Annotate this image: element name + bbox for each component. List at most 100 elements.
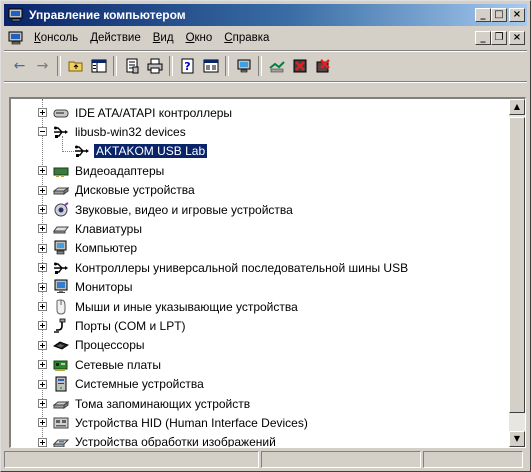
tree-connector-line <box>62 150 74 152</box>
mdi-minimize-button[interactable]: _ <box>475 31 491 45</box>
uninstall-device-icon <box>315 58 331 74</box>
vertical-scrollbar[interactable]: ▲ ▼ <box>509 99 525 447</box>
computer-management-icon <box>8 8 24 22</box>
menu-console[interactable]: Консоль <box>28 32 84 44</box>
device-tree[interactable]: IDE ATA/ATAPI контроллеры libusb-win32 de… <box>11 99 509 447</box>
mdi-close-button[interactable]: × <box>509 31 525 45</box>
maximize-icon: □ <box>494 9 504 20</box>
title-bar[interactable]: Управление компьютером _ □ × <box>4 4 527 26</box>
tree-item-label: AKTAKOM USB Lab <box>92 143 209 160</box>
forward-button[interactable]: → <box>31 55 54 77</box>
menu-bar: Консоль Действие Вид Окно Справка _ ❐ × <box>4 28 527 48</box>
minimize-icon: _ <box>480 32 486 43</box>
tree-item[interactable]: Дисковые устройства <box>38 181 197 200</box>
menu-window[interactable]: Окно <box>180 32 219 44</box>
tree-item[interactable]: Сетевые платы <box>38 355 163 374</box>
expand-node-button[interactable] <box>38 321 47 331</box>
expand-node-button[interactable] <box>38 108 47 117</box>
mmc-document-icon[interactable] <box>8 30 24 46</box>
disable-device-icon <box>292 58 308 74</box>
menu-view[interactable]: Вид <box>147 32 180 44</box>
properties-icon <box>124 58 140 74</box>
status-pane-right <box>423 451 523 468</box>
expand-node-button[interactable] <box>38 379 47 389</box>
back-arrow-icon: ← <box>13 58 26 74</box>
tree-item[interactable]: Тома запоминающих устройств <box>38 394 252 413</box>
expand-node-button[interactable] <box>38 399 47 408</box>
computer-management-window: Управление компьютером _ □ × Консоль Дей… <box>0 0 531 472</box>
close-button[interactable]: × <box>509 8 525 22</box>
tree-item-label: Сетевые платы <box>75 357 162 372</box>
menu-action[interactable]: Действие <box>84 32 147 44</box>
disable-device-button[interactable] <box>288 55 311 77</box>
uninstall-device-button[interactable] <box>311 55 334 77</box>
expand-node-button[interactable] <box>38 185 47 195</box>
ide-controller-icon <box>53 105 69 121</box>
scroll-up-button[interactable]: ▲ <box>509 99 525 115</box>
disk-drive-icon <box>52 182 70 198</box>
back-button[interactable]: ← <box>8 55 31 77</box>
tree-item-label: Компьютер <box>75 241 138 256</box>
mdi-caption-buttons: _ ❐ × <box>475 31 525 45</box>
tree-item[interactable]: Процессоры <box>38 336 147 355</box>
tree-item[interactable]: Мониторы <box>38 278 134 297</box>
toolbar: ← → ? <box>4 53 527 79</box>
tree-item[interactable]: Компьютер <box>38 239 139 258</box>
tree-item[interactable]: Видеоадаптеры <box>38 161 166 180</box>
update-driver-button[interactable] <box>265 55 288 77</box>
expand-node-button[interactable] <box>38 263 47 273</box>
scan-hardware-button[interactable] <box>232 55 255 77</box>
tree-connector-line <box>62 136 63 152</box>
show-hide-tree-icon <box>91 58 107 74</box>
device-tree-panel[interactable]: IDE ATA/ATAPI контроллеры libusb-win32 de… <box>9 97 526 448</box>
tree-item[interactable]: Клавиатуры <box>38 219 144 238</box>
console-view-button[interactable] <box>199 55 222 77</box>
expand-node-button[interactable] <box>38 282 47 292</box>
expand-node-button[interactable] <box>38 418 47 428</box>
mdi-restore-button[interactable]: ❐ <box>491 31 507 45</box>
tree-item[interactable]: IDE ATA/ATAPI контроллеры <box>38 103 234 122</box>
scrollbar-thumb[interactable] <box>509 117 525 413</box>
tree-item[interactable]: Устройства обработки изображений <box>38 433 278 447</box>
expand-node-button[interactable] <box>38 340 47 350</box>
usb-icon <box>74 143 90 159</box>
expand-node-button[interactable] <box>38 205 47 214</box>
tree-item[interactable]: Мыши и иные указывающие устройства <box>38 297 300 316</box>
minimize-button[interactable]: _ <box>475 8 491 22</box>
tree-item-label: Тома запоминающих устройств <box>75 396 251 411</box>
processor-icon <box>52 337 70 353</box>
tree-item[interactable]: Устройства HID (Human Interface Devices) <box>38 413 310 432</box>
tree-item[interactable]: AKTAKOM USB Lab <box>74 142 209 161</box>
tree-item[interactable]: Звуковые, видео и игровые устройства <box>38 200 295 219</box>
maximize-button[interactable]: □ <box>491 8 507 22</box>
tree-item-label: Звуковые, видео и игровые устройства <box>75 202 293 217</box>
show-hide-tree-button[interactable] <box>87 55 110 77</box>
tree-item-label: Порты (COM и LPT) <box>75 318 186 333</box>
tree-item[interactable]: Контроллеры универсальной последовательн… <box>38 258 410 277</box>
tree-item[interactable]: Порты (COM и LPT) <box>38 316 188 335</box>
close-icon: × <box>512 9 522 20</box>
help-button[interactable]: ? <box>176 55 199 77</box>
minimize-icon: _ <box>480 9 486 20</box>
window-title: Управление компьютером <box>29 8 186 22</box>
up-one-level-button[interactable] <box>64 55 87 77</box>
expand-node-button[interactable] <box>38 437 47 447</box>
tree-item-label: Видеоадаптеры <box>75 163 165 178</box>
tree-item[interactable]: libusb-win32 devices <box>38 122 188 141</box>
menu-toolbar-divider <box>4 50 527 52</box>
imaging-device-icon <box>52 434 70 447</box>
menu-help[interactable]: Справка <box>218 32 275 44</box>
usb-icon <box>53 260 69 276</box>
expand-node-button[interactable] <box>38 302 47 311</box>
expand-node-button[interactable] <box>38 224 47 234</box>
expand-node-button[interactable] <box>38 360 47 370</box>
scroll-down-button[interactable]: ▼ <box>509 431 525 447</box>
caption-buttons: _ □ × <box>475 8 525 22</box>
expand-node-button[interactable] <box>38 166 47 176</box>
print-button[interactable] <box>143 55 166 77</box>
expand-node-button[interactable] <box>38 243 47 253</box>
collapse-node-button[interactable] <box>38 127 47 137</box>
properties-button[interactable] <box>120 55 143 77</box>
tree-item-label: Устройства HID (Human Interface Devices) <box>75 415 308 430</box>
tree-item[interactable]: Системные устройства <box>38 375 206 394</box>
